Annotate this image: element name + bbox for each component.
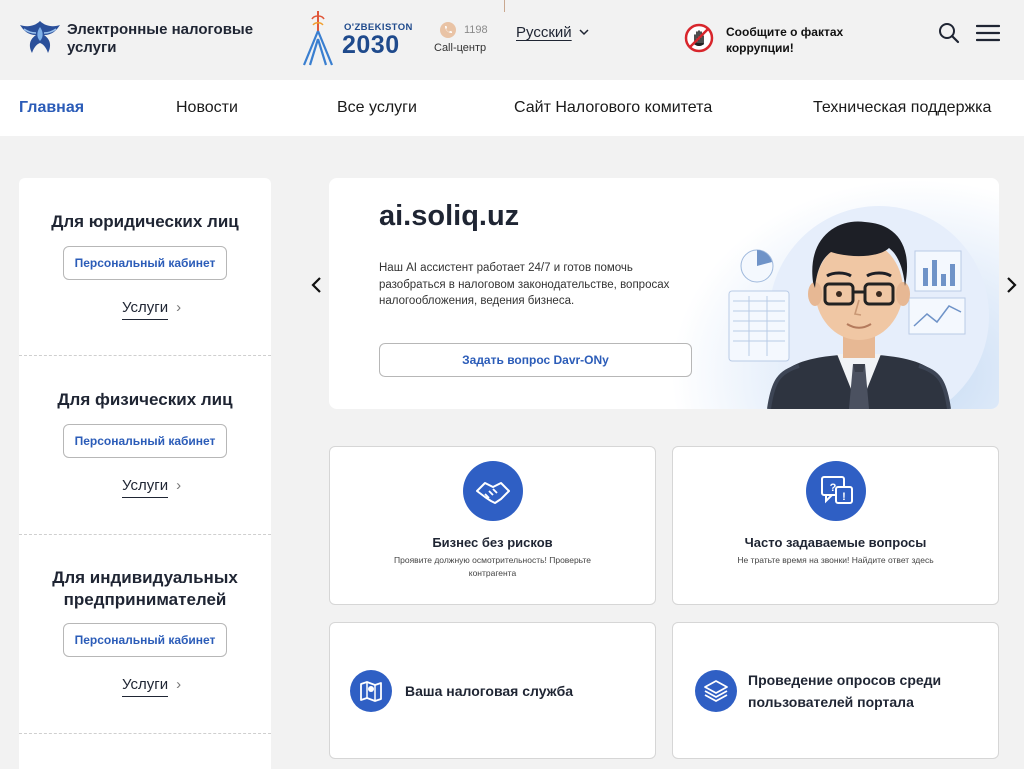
section-title: Для индивидуальных предпринимателей [52, 568, 238, 609]
chevron-down-icon[interactable] [578, 26, 590, 38]
call-number: 1198 [464, 24, 488, 36]
divider [19, 534, 271, 535]
handshake-icon [463, 461, 523, 521]
divider [504, 0, 505, 12]
phone-icon [440, 22, 456, 38]
brand-title[interactable]: Электронные налоговые услуги [67, 21, 257, 57]
personal-cabinet-button-individuals[interactable]: Персональный кабинет [63, 424, 227, 458]
personal-cabinet-button-entrepreneurs[interactable]: Персональный кабинет [63, 623, 227, 657]
nav-item-home[interactable]: Главная [19, 99, 84, 117]
svg-text:!: ! [842, 491, 846, 503]
services-link-label: Услуги [122, 299, 169, 320]
left-panel: Для юридических лиц Персональный кабинет… [19, 178, 271, 769]
map-icon [350, 670, 392, 712]
chevron-right-icon: › [176, 299, 182, 316]
nav-item-tech-support[interactable]: Техническая поддержка [813, 99, 991, 117]
ai-assistant-illustration [728, 206, 989, 409]
year-2030: 2030 [342, 31, 400, 59]
language-select[interactable]: Русский [516, 24, 572, 41]
ask-question-button[interactable]: Задать вопрос Davr-ONy [379, 343, 692, 377]
individuals-section: Для физических лиц [19, 389, 271, 411]
services-link-individuals[interactable]: Услуги › [122, 477, 182, 498]
call-label: Call-центр [434, 42, 487, 54]
card-title: Ваша налоговая служба [405, 683, 574, 699]
banner-description: Наш AI ассистент работает 24/7 и готов п… [379, 262, 670, 307]
your-tax-service-card[interactable]: Ваша налоговая служба [329, 622, 656, 759]
tower-icon [302, 11, 334, 66]
legal-entities-section: Для юридических лиц [19, 211, 271, 233]
main-nav: Главная Новости Все услуги Сайт Налогово… [0, 80, 1024, 136]
menu-icon[interactable] [976, 23, 1000, 43]
services-link-label: Услуги [122, 676, 169, 697]
card-title: Проведение опросов среди пользователей п… [748, 672, 942, 710]
card-subtitle: Не тратьте время на звонки! Найдите отве… [737, 555, 934, 565]
carousel-prev-icon[interactable] [309, 276, 325, 294]
ai-assistant-banner: ai.soliq.uz Наш AI ассистент работает 24… [329, 178, 999, 409]
carousel-next-icon[interactable] [1003, 276, 1019, 294]
divider [19, 733, 271, 734]
faq-chat-icon: ? ! [806, 461, 866, 521]
faq-card[interactable]: ? ! Часто задаваемые вопросы Не тратьте … [672, 446, 999, 605]
layers-icon [695, 670, 737, 712]
section-title: Для физических лиц [57, 390, 233, 409]
search-icon[interactable] [938, 22, 960, 44]
business-without-risks-card[interactable]: Бизнес без рисков Проявите должную осмот… [329, 446, 656, 605]
card-title: Часто задаваемые вопросы [744, 535, 927, 550]
top-header: Электронные налоговые услуги O'ZBEKISTON… [0, 0, 1024, 80]
card-title: Бизнес без рисков [432, 535, 553, 550]
section-title: Для юридических лиц [51, 212, 239, 231]
chevron-right-icon: › [176, 676, 182, 693]
personal-cabinet-button-legal[interactable]: Персональный кабинет [63, 246, 227, 280]
services-link-entrepreneurs[interactable]: Услуги › [122, 676, 182, 697]
nav-item-tax-committee-site[interactable]: Сайт Налогового комитета [514, 99, 712, 117]
services-link-legal[interactable]: Услуги › [122, 299, 182, 320]
stop-hand-icon [684, 23, 714, 53]
banner-title: ai.soliq.uz [379, 200, 520, 232]
report-corruption-link[interactable]: Сообщите о фактах коррупции! [684, 23, 844, 59]
report-corruption-text: Сообщите о фактах коррупции! [726, 25, 844, 55]
chevron-right-icon: › [176, 477, 182, 494]
divider [19, 355, 271, 356]
nav-item-news[interactable]: Новости [176, 99, 238, 117]
card-subtitle: Проявите должную осмотрительность! Прове… [394, 555, 591, 578]
services-link-label: Услуги [122, 477, 169, 498]
nav-item-all-services[interactable]: Все услуги [337, 99, 417, 117]
portal-surveys-card[interactable]: Проведение опросов среди пользователей п… [672, 622, 999, 759]
tax-committee-logo[interactable] [18, 17, 62, 57]
call-center[interactable]: 1198 Call-центр [434, 20, 504, 60]
uzbekistan-2030-logo[interactable]: O'ZBEKISTON 2030 [298, 9, 416, 67]
svg-text:?: ? [830, 482, 837, 494]
entrepreneurs-section: Для индивидуальных предпринимателей [19, 567, 271, 611]
